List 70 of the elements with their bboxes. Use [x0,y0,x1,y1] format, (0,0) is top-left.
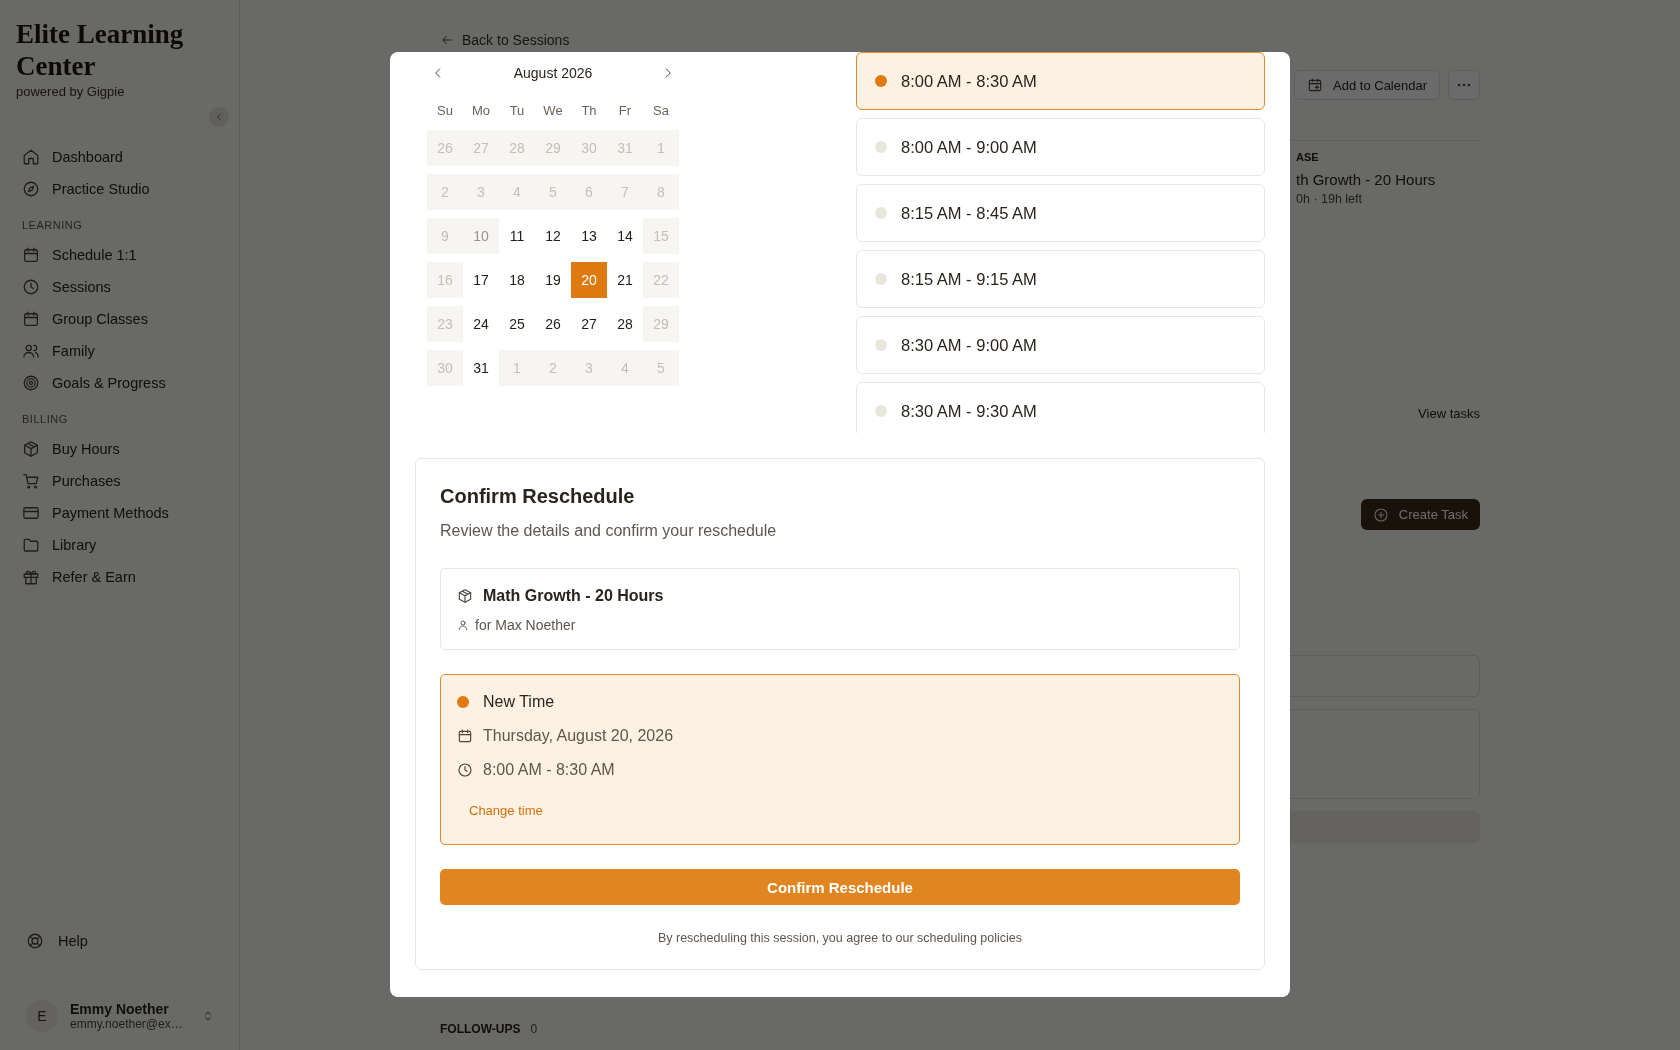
follow-ups-count: 0 [530,1022,538,1036]
user-email: emmy.noether@ex… [70,1017,184,1031]
time-slot[interactable]: 8:30 AM - 9:00 AM [856,316,1265,374]
confirm-title: Confirm Reschedule [440,485,636,508]
nav-item[interactable]: Practice Studio [16,173,223,205]
help-link[interactable]: Help [16,924,223,958]
calendar-day[interactable]: 11 [499,218,535,254]
month-title: August 2026 [513,65,593,81]
change-time-link[interactable]: Change time [469,803,543,818]
calendar-day[interactable]: 28 [607,306,643,342]
calendar-day[interactable]: 26 [535,306,571,342]
weekday-label: Fr [617,102,633,120]
calendar-day[interactable]: 20 [571,262,607,298]
nav-item[interactable]: Goals & Progress [16,367,223,399]
add-to-calendar-button[interactable]: Add to Calendar [1294,70,1440,100]
confirm-reschedule-button[interactable]: Confirm Reschedule [440,869,1240,905]
weekday-label: Th [580,102,598,120]
calendar-day[interactable]: 17 [463,262,499,298]
time-slot[interactable]: 8:00 AM - 9:00 AM [856,118,1265,176]
nav-item[interactable]: Library [16,529,223,561]
brand-title: Elite Learning Center [16,18,185,82]
create-task-button[interactable]: Create Task [1360,499,1480,530]
weekday-label: We [542,102,564,120]
user-menu[interactable]: E Emmy Noether emmy.noether@ex… [16,988,223,1036]
confirm-subtitle: Review the details and confirm your reschedule [440,522,778,540]
calendar-day[interactable]: 27 [571,306,607,342]
new-time-heading: New Time [483,693,555,711]
nav-item[interactable]: Sessions [16,271,223,303]
new-date: Thursday, August 20, 2026 [483,727,674,745]
brand-tagline: powered by Gigpie [16,84,126,99]
calendar-day[interactable]: 25 [499,306,535,342]
follow-ups-label: FOLLOW-UPS [440,1022,521,1036]
nav-item[interactable]: Group Classes [16,303,223,335]
calendar-day[interactable]: 21 [607,262,643,298]
avatar: E [26,1000,58,1032]
calendar-day[interactable]: 18 [499,262,535,298]
time-slot[interactable]: 8:00 AM - 8:30 AM [856,52,1265,110]
section-heading: LEARNING [22,219,84,231]
policy-note: By rescheduling this session, you agree to our scheduling policies [656,931,1024,945]
nav-item[interactable]: Buy Hours [16,433,223,465]
nav-item[interactable]: Payment Methods [16,497,223,529]
nav-item[interactable]: Refer & Earn [16,561,223,593]
purchase-meta: 0h · 19h left [1296,192,1363,206]
calendar-day[interactable]: 12 [535,218,571,254]
view-tasks-link[interactable]: View tasks [1418,406,1480,421]
time-slot[interactable]: 8:15 AM - 8:45 AM [856,184,1265,242]
back-link[interactable]: Back to Sessions [440,32,570,48]
weekday-label: Sa [652,102,670,120]
student-name: for Max Noether [475,617,576,633]
time-slot[interactable]: 8:30 AM - 9:30 AM [856,382,1265,433]
nav-item[interactable]: Schedule 1:1 [16,239,223,271]
calendar-day[interactable]: 24 [463,306,499,342]
time-slot[interactable]: 8:15 AM - 9:15 AM [856,250,1265,308]
new-time: 8:00 AM - 8:30 AM [483,761,615,779]
calendar-day[interactable]: 10 [463,218,499,254]
weekday-label: Tu [508,102,526,120]
section-heading: BILLING [22,413,69,425]
user-name: Emmy Noether [70,1001,170,1017]
calendar-day[interactable]: 19 [535,262,571,298]
nav-item[interactable]: Family [16,335,223,367]
purchase-title: th Growth - 20 Hours [1296,171,1437,188]
calendar-day[interactable]: 14 [607,218,643,254]
nav-item[interactable]: Dashboard [16,141,223,173]
nav-item[interactable]: Purchases [16,465,223,497]
purchase-label: ASE [1296,151,1320,163]
weekday-label: Mo [470,102,492,120]
package-name: Math Growth - 20 Hours [483,587,664,605]
calendar-day[interactable]: 31 [463,350,499,386]
calendar-day[interactable]: 13 [571,218,607,254]
weekday-label: Su [436,102,454,120]
